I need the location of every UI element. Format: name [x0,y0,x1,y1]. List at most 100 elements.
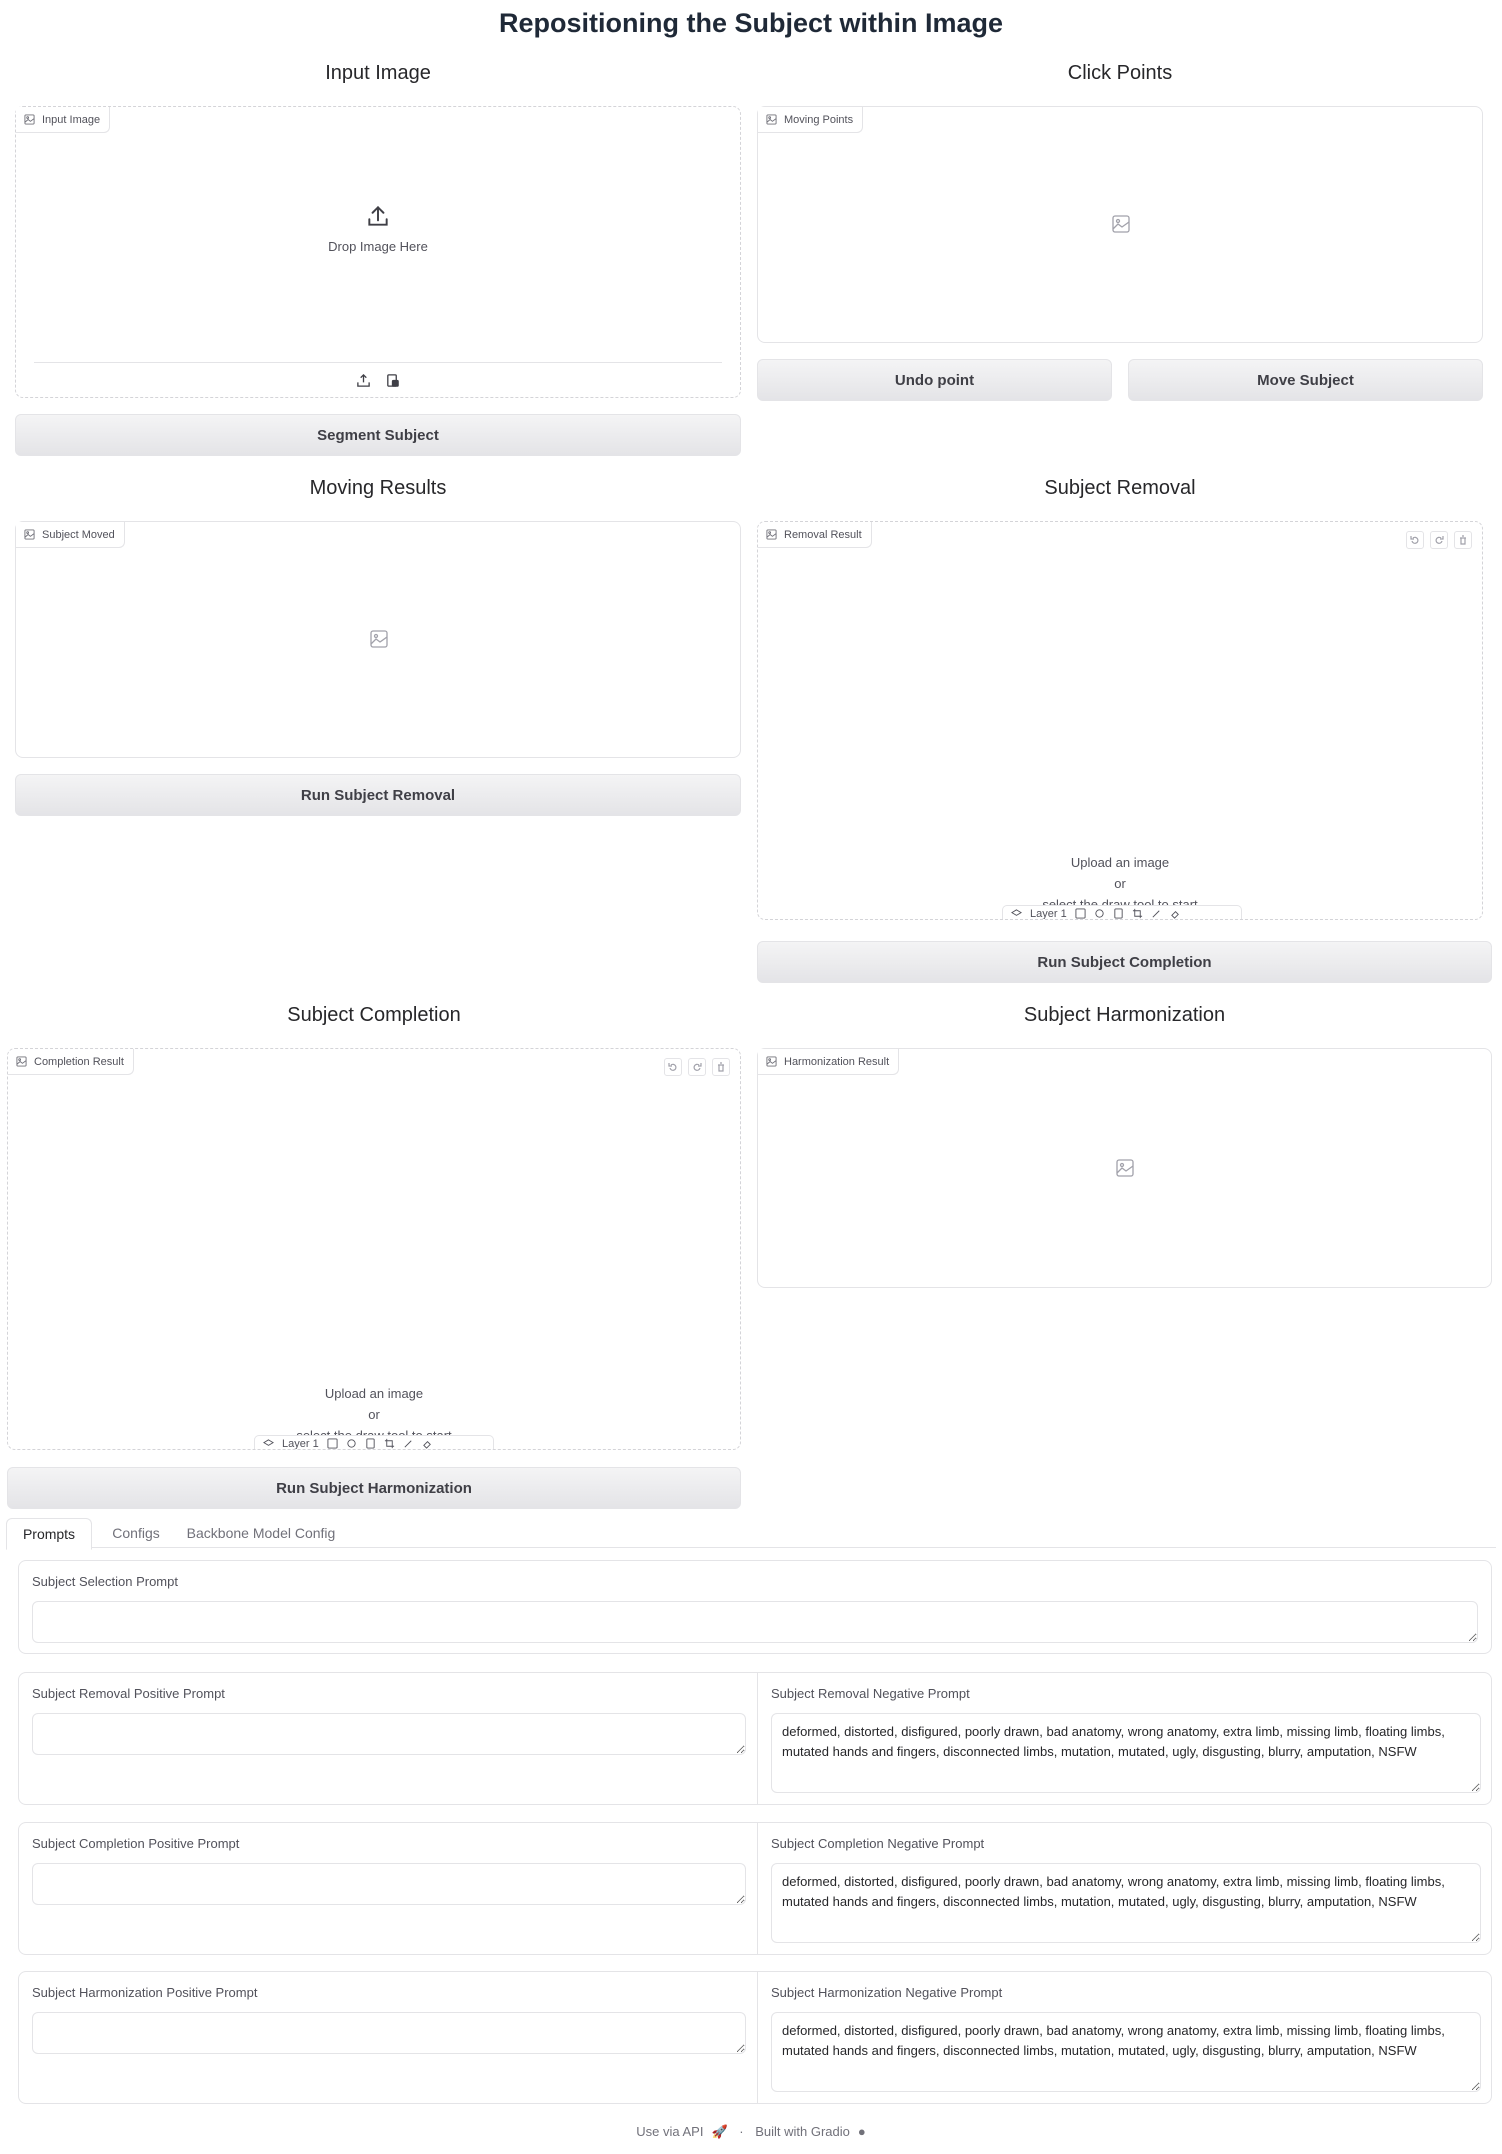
moving-results-section-title: Moving Results [309,477,447,499]
harmonization-result-label: Harmonization Result [784,1055,890,1068]
removal-negative-prompt-input[interactable]: deformed, distorted, disfigured, poorly … [771,1713,1481,1793]
removal-result-editor[interactable]: Removal Result Upload an image or select… [757,521,1483,920]
undo-point-button[interactable]: Undo point [757,359,1112,401]
brush-icon[interactable] [403,1438,414,1449]
image-icon [766,529,777,540]
drop-image-text: Drop Image Here [328,239,428,254]
run-subject-harmonization-button[interactable]: Run Subject Harmonization [7,1467,741,1509]
clipboard-icon[interactable] [365,1438,376,1449]
webcam-icon[interactable] [1094,908,1105,919]
removal-positive-prompt-input[interactable] [32,1713,746,1755]
harmonization-positive-prompt-label: Subject Harmonization Positive Prompt [32,1985,258,2000]
image-placeholder-icon [1112,215,1130,233]
image-tool-icon[interactable] [327,1438,338,1449]
removal-prompts-block: Subject Removal Positive Prompt Subject … [18,1672,1492,1805]
run-subject-removal-button[interactable]: Run Subject Removal [15,774,741,816]
editor-history-tools [1406,531,1472,549]
layer-label[interactable]: Layer 1 [1030,908,1067,920]
image-tool-icon[interactable] [1075,908,1086,919]
undo-icon[interactable] [664,1058,682,1076]
layers-icon [263,1439,274,1446]
upload-source-icon[interactable] [356,373,371,388]
segment-subject-button[interactable]: Segment Subject [15,414,741,456]
trash-icon[interactable] [1454,531,1472,549]
column-divider [757,1673,758,1804]
completion-result-label: Completion Result [34,1055,124,1068]
completion-result-editor[interactable]: Completion Result Upload an image or sel… [7,1048,741,1450]
crop-icon[interactable] [1132,908,1143,919]
trash-icon[interactable] [712,1058,730,1076]
subject-selection-prompt-block: Subject Selection Prompt [18,1560,1492,1654]
editor-history-tools [664,1058,730,1076]
eraser-icon[interactable] [1170,908,1181,919]
harmonization-positive-prompt-input[interactable] [32,2012,746,2054]
built-with-gradio-link[interactable]: Built with Gradio [755,2124,850,2139]
input-image-dropzone[interactable]: Input Image Drop Image Here [15,106,741,398]
use-via-api-link[interactable]: Use via API [636,2124,703,2139]
subject-completion-section-title: Subject Completion [287,1004,461,1026]
upload-icon [368,205,388,226]
completion-positive-prompt-input[interactable] [32,1863,746,1905]
rocket-icon: 🚀 [711,2124,728,2139]
image-placeholder-icon [370,630,388,648]
crop-icon[interactable] [384,1438,395,1449]
harmonization-result-label-chip: Harmonization Result [758,1049,900,1075]
removal-negative-prompt-label: Subject Removal Negative Prompt [771,1686,970,1701]
layer-toolbar: Layer 1 [254,1435,494,1450]
moving-points-image[interactable]: Moving Points [757,106,1483,343]
input-image-label: Input Image [42,113,101,126]
image-icon [24,114,35,125]
removal-result-label-chip: Removal Result [758,522,872,548]
tab-backbone-model-config[interactable]: Backbone Model Config [181,1518,341,1548]
gradio-logo-icon: ● [857,2124,866,2139]
removal-positive-prompt-label: Subject Removal Positive Prompt [32,1686,225,1701]
layer-label[interactable]: Layer 1 [282,1438,319,1450]
tab-configs[interactable]: Configs [96,1518,176,1548]
upload-source-bar [34,362,722,397]
subject-selection-prompt-input[interactable] [32,1601,1478,1643]
tab-prompts[interactable]: Prompts [6,1518,92,1550]
move-subject-button[interactable]: Move Subject [1128,359,1483,401]
harmonization-prompts-block: Subject Harmonization Positive Prompt Su… [18,1971,1492,2104]
click-points-section-title: Click Points [1067,62,1173,84]
clipboard-icon[interactable] [1113,908,1124,919]
page-title: Repositioning the Subject within Image [498,8,1004,38]
webcam-icon[interactable] [346,1438,357,1449]
column-divider [757,1823,758,1954]
moving-points-label-chip: Moving Points [758,107,864,133]
completion-prompts-block: Subject Completion Positive Prompt Subje… [18,1822,1492,1955]
completion-result-label-chip: Completion Result [8,1049,134,1075]
subject-moved-image[interactable]: Subject Moved [15,521,741,758]
completion-negative-prompt-label: Subject Completion Negative Prompt [771,1836,985,1851]
image-icon [766,114,777,125]
settings-tabs: Prompts Configs Backbone Model Config [6,1518,1496,1550]
completion-positive-prompt-label: Subject Completion Positive Prompt [32,1836,240,1851]
redo-icon[interactable] [688,1058,706,1076]
run-subject-completion-button[interactable]: Run Subject Completion [757,941,1492,983]
harmonization-result-image[interactable]: Harmonization Result [757,1048,1492,1288]
subject-moved-label: Subject Moved [42,528,115,541]
subject-removal-section-title: Subject Removal [1044,477,1196,499]
image-icon [16,1056,27,1067]
undo-icon[interactable] [1406,531,1424,549]
eraser-icon[interactable] [422,1438,433,1449]
footer-separator: · [739,2124,744,2139]
footer: Use via API 🚀 · Built with Gradio ● [0,2124,1502,2140]
subject-moved-label-chip: Subject Moved [16,522,125,548]
image-icon [24,529,35,540]
column-divider [757,1972,758,2103]
redo-icon[interactable] [1430,531,1448,549]
brush-icon[interactable] [1151,908,1162,919]
layers-icon [1011,909,1022,916]
input-image-label-chip: Input Image [16,107,111,133]
harmonization-negative-prompt-label: Subject Harmonization Negative Prompt [771,1985,1003,2000]
image-placeholder-icon [1116,1159,1134,1177]
harmonization-negative-prompt-input[interactable]: deformed, distorted, disfigured, poorly … [771,2012,1481,2092]
completion-negative-prompt-input[interactable]: deformed, distorted, disfigured, poorly … [771,1863,1481,1943]
subject-selection-prompt-label: Subject Selection Prompt [32,1574,178,1589]
moving-points-label: Moving Points [784,113,854,126]
layer-toolbar: Layer 1 [1002,905,1242,920]
input-image-section-title: Input Image [325,62,431,84]
clipboard-image-icon[interactable] [385,373,400,388]
drop-area[interactable]: Drop Image Here [16,203,740,254]
